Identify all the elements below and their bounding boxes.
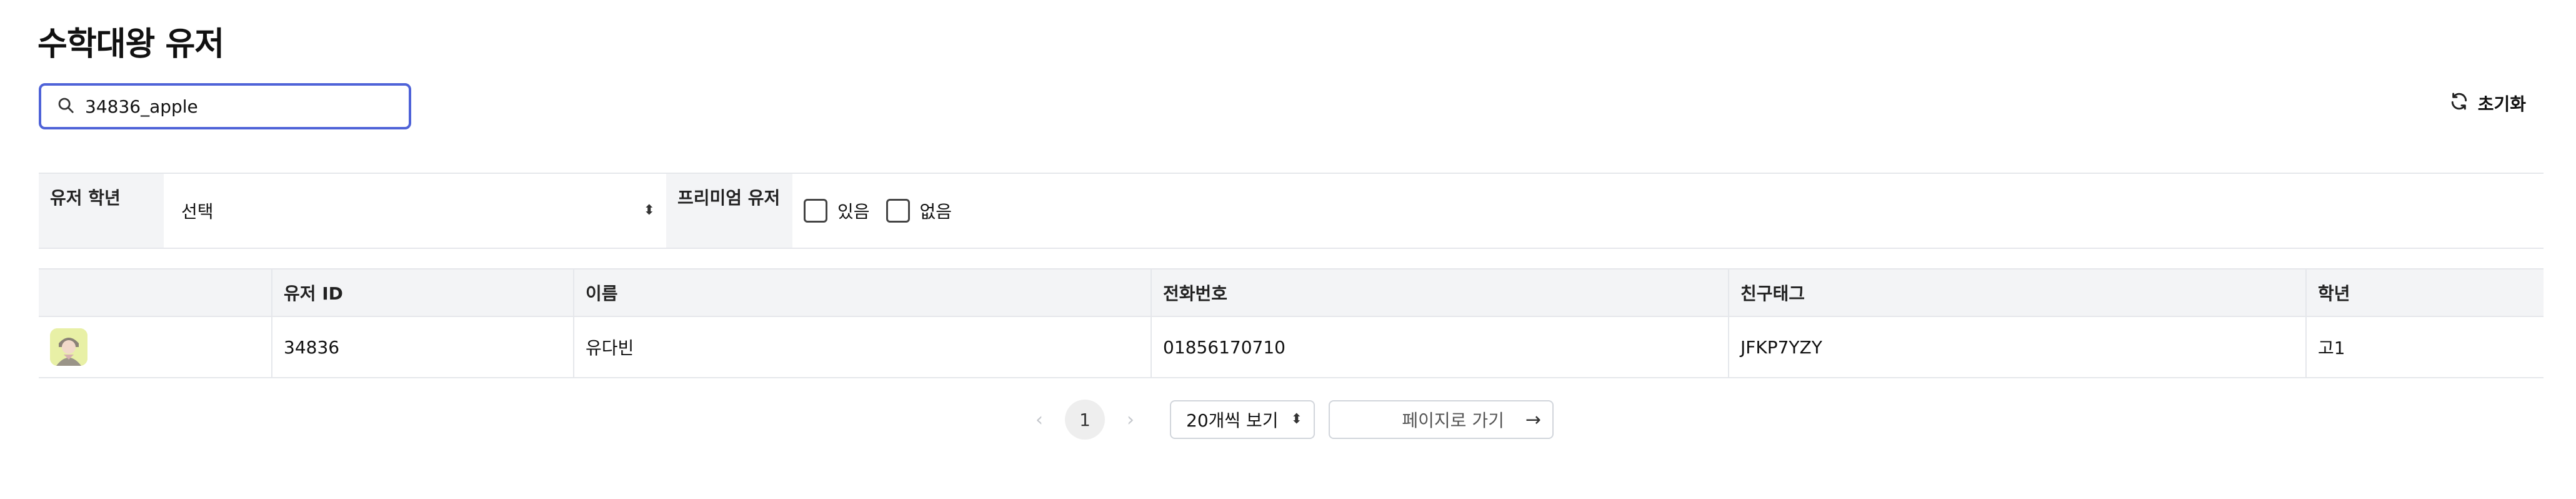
premium-yes-label: 있음 (837, 201, 870, 222)
col-phone[interactable]: 전화번호 (1151, 268, 1729, 317)
col-avatar (39, 268, 272, 317)
grade-filter-label: 유저 학년 (39, 174, 164, 248)
search-input[interactable] (85, 96, 385, 117)
cell-phone: 01856170710 (1151, 316, 1729, 378)
page-number-current[interactable]: 1 (1065, 400, 1105, 440)
table-row[interactable]: 34836 유다빈 01856170710 JFKP7YZY 고1 (39, 316, 2544, 378)
goto-page-placeholder: 페이지로 가기 (1402, 410, 1504, 431)
cell-avatar (39, 316, 272, 378)
cell-grade: 고1 (2305, 316, 2544, 378)
col-friend-tag[interactable]: 친구태그 (1728, 268, 2306, 317)
premium-no-checkbox[interactable] (886, 199, 910, 223)
reset-button[interactable]: 초기화 (2449, 88, 2526, 119)
cell-friend-tag: JFKP7YZY (1728, 316, 2306, 378)
sort-caret-icon: ⬍ (1290, 411, 1303, 427)
search-icon (56, 96, 75, 117)
premium-filter-label: 프리미엄 유저 (666, 174, 792, 248)
avatar (50, 328, 87, 366)
filter-panel: 유저 학년 선택 ⬍ 프리미엄 유저 있음 없음 (39, 173, 2544, 249)
page-size-select[interactable]: 20개씩 보기 ⬍ (1170, 400, 1315, 439)
col-grade[interactable]: 학년 (2305, 268, 2544, 317)
premium-no-label: 없음 (919, 201, 952, 222)
grade-select-value: 선택 (181, 201, 214, 222)
premium-yes-option[interactable]: 있음 (804, 198, 870, 223)
prev-page-icon[interactable]: ‹ (1025, 409, 1054, 431)
col-name[interactable]: 이름 (573, 268, 1151, 317)
refresh-icon (2449, 91, 2469, 116)
page: 수학대왕 유저 초기화 유저 학년 선택 ⬍ 프리미엄 유저 (0, 0, 2576, 499)
search-box[interactable] (39, 83, 411, 129)
premium-yes-checkbox[interactable] (804, 199, 827, 223)
users-table: 유저 ID 이름 전화번호 친구태그 학년 34836 유다빈 01856170… (39, 268, 2544, 378)
reset-label: 초기화 (2477, 94, 2526, 114)
premium-options: 있음 없음 (792, 174, 957, 248)
page-title: 수학대왕 유저 (37, 26, 224, 63)
col-user-id[interactable]: 유저 ID (271, 268, 574, 317)
premium-no-option[interactable]: 없음 (886, 198, 952, 223)
table-header-row: 유저 ID 이름 전화번호 친구태그 학년 (39, 268, 2544, 317)
pagination: ‹ 1 › 20개씩 보기 ⬍ 페이지로 가기 → (1025, 398, 1554, 441)
sort-caret-icon: ⬍ (643, 203, 655, 218)
cell-user-id: 34836 (271, 316, 574, 378)
next-page-icon[interactable]: › (1116, 409, 1145, 431)
cell-name: 유다빈 (573, 316, 1151, 378)
page-size-value: 20개씩 보기 (1186, 410, 1279, 431)
arrow-right-icon[interactable]: → (1525, 409, 1541, 431)
grade-select[interactable]: 선택 ⬍ (164, 174, 666, 248)
goto-page-field[interactable]: 페이지로 가기 → (1329, 400, 1554, 439)
